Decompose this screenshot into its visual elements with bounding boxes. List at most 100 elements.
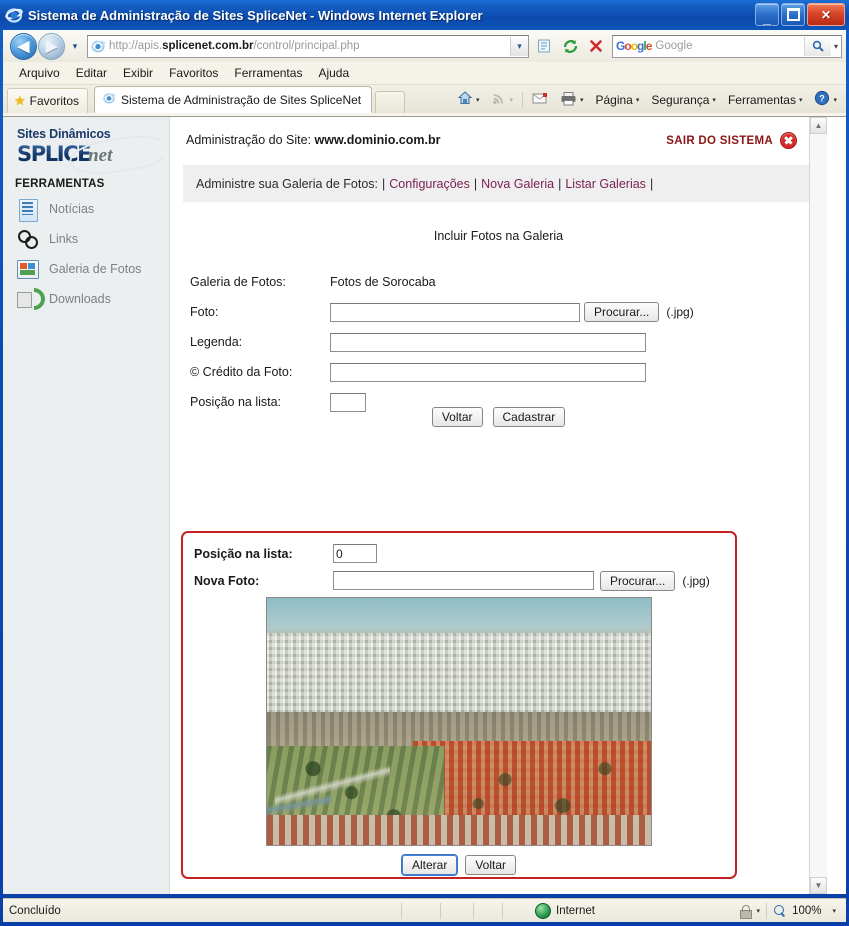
feeds-button[interactable]: ▾ xyxy=(486,89,518,111)
zone-label: Internet xyxy=(556,904,595,917)
nav-link-configuracoes[interactable]: Configurações xyxy=(389,177,470,191)
edit-browse-button[interactable]: Procurar... xyxy=(600,570,676,591)
address-text: http://apis.splicenet.com.br/control/pri… xyxy=(109,40,510,52)
cadastrar-button[interactable]: Cadastrar xyxy=(492,407,566,427)
credit-input[interactable] xyxy=(330,362,646,382)
zoom-level-label: 100% xyxy=(792,904,822,917)
edit-position-input[interactable] xyxy=(333,544,377,563)
photo-browse-button[interactable]: Procurar... xyxy=(584,302,660,322)
minimize-button[interactable]: _ xyxy=(755,3,779,26)
feeds-icon xyxy=(491,91,506,109)
menu-item-arquivo[interactable]: Arquivo xyxy=(11,62,68,84)
edit-new-photo-input[interactable] xyxy=(333,571,594,590)
close-button[interactable]: ✕ xyxy=(807,3,845,26)
nav-link-listar-galerias[interactable]: Listar Galerias xyxy=(565,177,646,191)
star-icon: ★ xyxy=(14,93,26,108)
menu-item-exibir[interactable]: Exibir xyxy=(115,62,161,84)
caption-input[interactable] xyxy=(330,332,646,352)
stop-icon[interactable] xyxy=(584,35,608,58)
protected-mode-caret-icon[interactable]: ▾ xyxy=(757,907,761,915)
help-button[interactable]: ? ▾ xyxy=(809,88,842,111)
credit-label: © Crédito da Foto: xyxy=(190,365,293,379)
minimize-icon: _ xyxy=(763,10,771,26)
command-bar: ▾ ▾ ▾ Página ▾ Segurança ▾ Ferramentas ▾… xyxy=(452,88,842,111)
edit-jpg-note: (.jpg) xyxy=(682,573,710,588)
sidebar-item-links[interactable]: Links xyxy=(3,224,169,254)
search-box[interactable]: Google Google ▾ xyxy=(612,34,842,58)
protected-mode-indicator[interactable]: ▾ xyxy=(738,904,761,919)
maximize-button[interactable] xyxy=(781,3,805,26)
mail-button[interactable] xyxy=(527,90,553,110)
form-row-photo: Foto: Procurar... (.jpg) xyxy=(170,297,827,327)
include-photo-form: Galeria de Fotos: Fotos de Sorocaba Foto… xyxy=(170,267,827,417)
security-menu-button[interactable]: Segurança ▾ xyxy=(646,91,721,109)
status-segment xyxy=(401,902,402,919)
help-caret-icon[interactable]: ▾ xyxy=(833,96,837,104)
window-title: Sistema de Administração de Sites Splice… xyxy=(28,7,483,23)
compatibility-view-icon[interactable] xyxy=(532,35,556,58)
edit-row-position: Posição na lista: xyxy=(183,543,735,564)
zoom-icon xyxy=(773,904,787,918)
logout-close-icon xyxy=(780,132,797,149)
tools-menu-button[interactable]: Ferramentas ▾ xyxy=(723,91,808,109)
close-icon: ✕ xyxy=(820,7,832,22)
photo-gallery-icon xyxy=(17,258,39,280)
scroll-up-button[interactable]: ▲ xyxy=(810,117,827,134)
logo-net-text: net xyxy=(88,145,113,166)
menu-item-ferramentas[interactable]: Ferramentas xyxy=(226,62,310,84)
status-bar: Concluído Internet ▾ 100% ▾ xyxy=(3,898,846,922)
print-button[interactable]: ▾ xyxy=(555,89,589,111)
search-go-button[interactable] xyxy=(804,36,831,56)
refresh-icon[interactable] xyxy=(558,35,582,58)
feeds-caret-icon[interactable]: ▾ xyxy=(509,96,513,104)
new-tab-button[interactable] xyxy=(375,91,406,113)
menu-item-editar[interactable]: Editar xyxy=(68,62,115,84)
logout-link[interactable]: SAIR DO SISTEMA xyxy=(666,132,797,149)
page-menu-button[interactable]: Página ▾ xyxy=(590,91,644,109)
help-icon: ? xyxy=(814,90,830,109)
search-dropdown-caret[interactable]: ▾ xyxy=(831,42,841,51)
back-button[interactable]: ◀ xyxy=(10,32,37,60)
favorites-button[interactable]: ★ Favoritos xyxy=(7,88,89,113)
recent-pages-dropdown[interactable]: ▾ xyxy=(67,35,83,57)
forward-button[interactable]: ▶ xyxy=(38,32,65,60)
tools-caret-icon: ▾ xyxy=(798,96,803,104)
voltar-button[interactable]: Voltar xyxy=(431,407,483,427)
sidebar-item-noticias[interactable]: Notícias xyxy=(3,194,169,224)
alterar-button[interactable]: Alterar xyxy=(401,855,458,875)
edit-row-new-photo: Nova Foto: Procurar... (.jpg) xyxy=(183,570,735,591)
browser-tab-active[interactable]: Sistema de Administração de Sites Splice… xyxy=(94,86,373,113)
address-dropdown-button[interactable]: ▾ xyxy=(510,36,528,56)
home-button[interactable]: ▾ xyxy=(452,88,485,111)
page-scrollbar-vertical[interactable]: ▲ ▼ xyxy=(809,117,827,894)
menu-item-favoritos[interactable]: Favoritos xyxy=(161,62,226,84)
photo-label: Foto: xyxy=(190,305,219,319)
tools-heading: FERRAMENTAS xyxy=(15,178,105,190)
search-input[interactable]: Google xyxy=(655,40,804,52)
form-row-caption: Legenda: xyxy=(170,327,827,357)
scrollbar-track[interactable] xyxy=(810,134,827,877)
logo-tagline: Sites Dinâmicos xyxy=(17,127,111,141)
zoom-caret-icon[interactable]: ▾ xyxy=(832,907,836,915)
sidebar-item-downloads[interactable]: Downloads xyxy=(3,283,169,315)
home-caret-icon[interactable]: ▾ xyxy=(476,96,480,104)
zoom-control[interactable]: 100% ▾ xyxy=(773,904,836,918)
admin-prefix: Administração do Site: xyxy=(186,133,315,147)
status-segment xyxy=(502,902,503,919)
print-caret-icon[interactable]: ▾ xyxy=(580,96,584,104)
photo-layer-foreground xyxy=(267,815,651,845)
forward-arrow-icon: ▶ xyxy=(45,37,58,55)
scroll-down-button[interactable]: ▼ xyxy=(810,877,827,894)
nav-link-nova-galeria[interactable]: Nova Galeria xyxy=(481,177,554,191)
address-bar[interactable]: http://apis.splicenet.com.br/control/pri… xyxy=(87,34,529,58)
edit-new-photo-label: Nova Foto: xyxy=(194,573,260,588)
edit-voltar-button[interactable]: Voltar xyxy=(465,855,517,875)
menu-item-ajuda[interactable]: Ajuda xyxy=(310,62,357,84)
security-zone[interactable]: Internet xyxy=(535,902,595,919)
sidebar-item-galeria-de-fotos[interactable]: Galeria de Fotos xyxy=(3,254,169,284)
caption-label: Legenda: xyxy=(190,335,243,349)
photo-file-input[interactable] xyxy=(330,302,580,322)
title-bar: Sistema de Administração de Sites Splice… xyxy=(0,0,849,30)
page-favicon-icon xyxy=(90,38,106,54)
status-segment xyxy=(440,902,441,919)
